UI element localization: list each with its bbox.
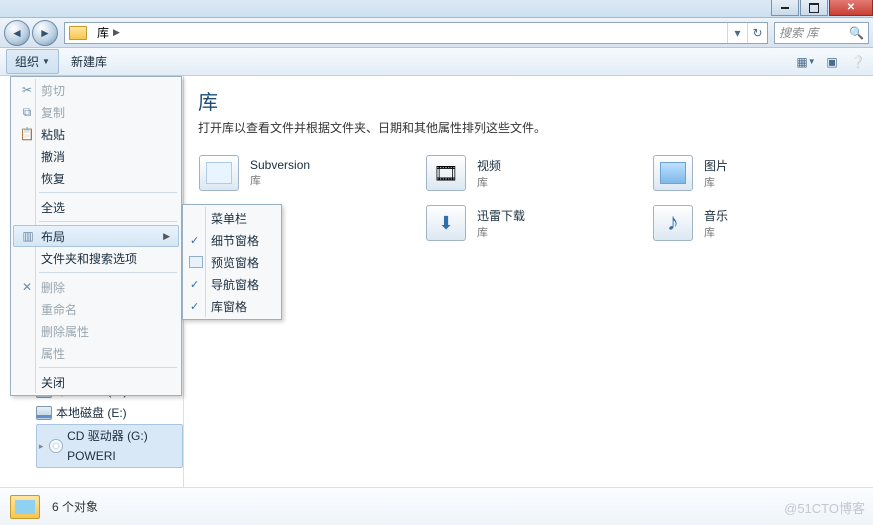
menu-rename[interactable]: 重命名 xyxy=(13,298,179,320)
item-type: 库 xyxy=(250,172,310,188)
libraries-icon xyxy=(10,495,40,519)
submenu-library-pane[interactable]: ✓库窗格 xyxy=(185,295,279,317)
refresh-button[interactable]: ↻ xyxy=(747,23,767,43)
content-pane: 库 打开库以查看文件并根据文件夹、日期和其他属性排列这些文件。 Subversi… xyxy=(184,76,873,487)
layout-submenu: 菜单栏 ✓细节窗格 预览窗格 ✓导航窗格 ✓库窗格 xyxy=(182,204,282,320)
copy-icon: ⧉ xyxy=(19,105,35,120)
menu-copy[interactable]: ⧉复制 xyxy=(13,101,179,123)
search-input[interactable]: 搜索 库 🔍 xyxy=(774,22,869,44)
breadcrumb-root[interactable]: 库 ▶ xyxy=(91,23,126,43)
chevron-right-icon: ▶ xyxy=(163,231,170,242)
item-type: 库 xyxy=(704,224,728,240)
item-type: 库 xyxy=(477,224,525,240)
status-text: 6 个对象 xyxy=(52,498,98,515)
library-item[interactable]: 音乐库 xyxy=(652,202,859,244)
expand-icon[interactable]: ▸ xyxy=(37,436,45,456)
item-type: 库 xyxy=(704,174,728,190)
minimize-button[interactable] xyxy=(771,0,799,16)
item-name: 音乐 xyxy=(704,207,728,224)
delete-icon: ✕ xyxy=(19,280,35,294)
breadcrumb-label: 库 xyxy=(97,24,109,41)
view-options-button[interactable]: ▦ ▼ xyxy=(797,53,815,71)
maximize-button[interactable] xyxy=(800,0,828,16)
library-item[interactable]: 视频库 xyxy=(425,152,632,194)
tree-label: CD 驱动器 (G:) POWERI xyxy=(67,426,178,466)
menu-undo[interactable]: 撤消 xyxy=(13,145,179,167)
item-name: 图片 xyxy=(704,157,728,174)
submenu-menubar[interactable]: 菜单栏 xyxy=(185,207,279,229)
menu-cut[interactable]: ✂剪切 xyxy=(13,79,179,101)
page-title: 库 xyxy=(198,86,859,115)
menu-close[interactable]: 关闭 xyxy=(13,371,179,393)
search-placeholder: 搜索 库 xyxy=(779,24,818,41)
navigation-bar: ◄ ► 库 ▶ ▾ ↻ 搜索 库 🔍 xyxy=(0,18,873,48)
address-dropdown-button[interactable]: ▾ xyxy=(727,23,747,43)
item-name: Subversion xyxy=(250,158,310,172)
preview-icon xyxy=(189,256,203,268)
item-name: 视频 xyxy=(477,157,501,174)
command-toolbar: 组织 ▼ 新建库 ▦ ▼ ▣ ❔ xyxy=(0,48,873,76)
cd-icon xyxy=(49,439,63,453)
organize-menu: ✂剪切 ⧉复制 📋粘贴 撤消 恢复 全选 ▥布局▶ 文件夹和搜索选项 ✕删除 重… xyxy=(10,76,182,396)
scissors-icon: ✂ xyxy=(19,83,35,97)
submenu-navigation-pane[interactable]: ✓导航窗格 xyxy=(185,273,279,295)
submenu-preview-pane[interactable]: 预览窗格 xyxy=(185,251,279,273)
forward-button[interactable]: ► xyxy=(32,20,58,46)
library-item[interactable]: 迅雷下载库 xyxy=(425,202,632,244)
organize-label: 组织 xyxy=(15,53,39,70)
menu-folder-options[interactable]: 文件夹和搜索选项 xyxy=(13,247,179,269)
paste-icon: 📋 xyxy=(19,127,35,141)
submenu-details-pane[interactable]: ✓细节窗格 xyxy=(185,229,279,251)
organize-button[interactable]: 组织 ▼ xyxy=(6,49,59,74)
window-titlebar xyxy=(0,0,873,18)
library-item[interactable]: Subversion库 xyxy=(198,152,405,194)
tree-label: 本地磁盘 (E:) xyxy=(56,403,127,423)
item-name: 迅雷下载 xyxy=(477,207,525,224)
page-subtitle: 打开库以查看文件并根据文件夹、日期和其他属性排列这些文件。 xyxy=(198,119,859,136)
video-icon xyxy=(426,155,466,191)
menu-properties[interactable]: 属性 xyxy=(13,342,179,364)
back-button[interactable]: ◄ xyxy=(4,20,30,46)
tree-node-drive-e[interactable]: 本地磁盘 (E:) xyxy=(36,402,183,424)
library-icon xyxy=(199,155,239,191)
item-type: 库 xyxy=(477,174,501,190)
check-icon: ✓ xyxy=(190,300,199,313)
chevron-down-icon: ▼ xyxy=(42,57,50,66)
new-library-button[interactable]: 新建库 xyxy=(63,50,115,73)
menu-remove-properties[interactable]: 删除属性 xyxy=(13,320,179,342)
check-icon: ✓ xyxy=(190,278,199,291)
search-icon: 🔍 xyxy=(849,26,864,40)
new-library-label: 新建库 xyxy=(71,53,107,70)
pictures-icon xyxy=(653,155,693,191)
tree-node-cd-drive[interactable]: ▸ CD 驱动器 (G:) POWERI xyxy=(36,424,183,468)
menu-select-all[interactable]: 全选 xyxy=(13,196,179,218)
status-bar: 6 个对象 xyxy=(0,487,873,525)
layout-icon: ▥ xyxy=(20,229,36,243)
library-item[interactable]: 图片库 xyxy=(652,152,859,194)
menu-redo[interactable]: 恢复 xyxy=(13,167,179,189)
close-button[interactable] xyxy=(829,0,873,16)
chevron-right-icon[interactable]: ▶ xyxy=(113,27,120,38)
music-icon xyxy=(653,205,693,241)
help-button[interactable]: ❔ xyxy=(849,53,867,71)
menu-delete[interactable]: ✕删除 xyxy=(13,276,179,298)
watermark: @51CTO博客 xyxy=(784,498,865,517)
check-icon: ✓ xyxy=(190,234,199,247)
drive-icon xyxy=(36,406,52,420)
preview-pane-button[interactable]: ▣ xyxy=(823,53,841,71)
address-bar[interactable]: 库 ▶ ▾ ↻ xyxy=(64,22,768,44)
download-icon xyxy=(426,205,466,241)
menu-paste[interactable]: 📋粘贴 xyxy=(13,123,179,145)
menu-layout[interactable]: ▥布局▶ xyxy=(13,225,179,247)
libraries-icon xyxy=(69,26,87,40)
